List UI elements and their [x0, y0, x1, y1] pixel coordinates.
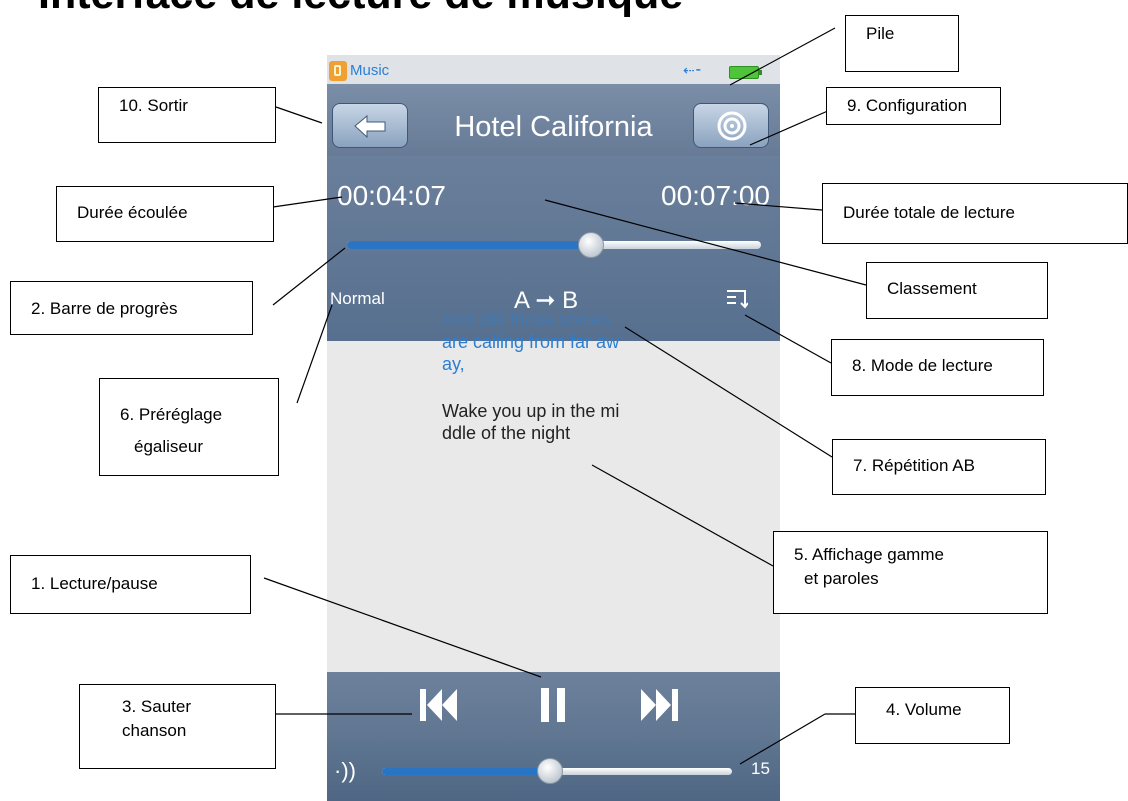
label-configuration: 9. Configuration [826, 87, 1001, 125]
label-duree-ecoulee: Durée écoulée [56, 186, 274, 242]
label-sauter: 3. Sauter chanson [79, 684, 276, 769]
label-repetition: 7. Répétition AB [832, 439, 1046, 495]
label-pile: Pile [845, 15, 959, 72]
label-mode: 8. Mode de lecture [831, 339, 1044, 396]
label-volume: 4. Volume [855, 687, 1010, 744]
label-preglage: 6. Préréglage égaliseur [99, 378, 279, 476]
label-affichage: 5. Affichage gamme et paroles [773, 531, 1048, 614]
label-barre: 2. Barre de progrès [10, 281, 253, 335]
label-duree-totale: Durée totale de lecture [822, 183, 1128, 244]
label-sortir: 10. Sortir [98, 87, 276, 143]
label-classement: Classement [866, 262, 1048, 319]
label-lecture: 1. Lecture/pause [10, 555, 251, 614]
